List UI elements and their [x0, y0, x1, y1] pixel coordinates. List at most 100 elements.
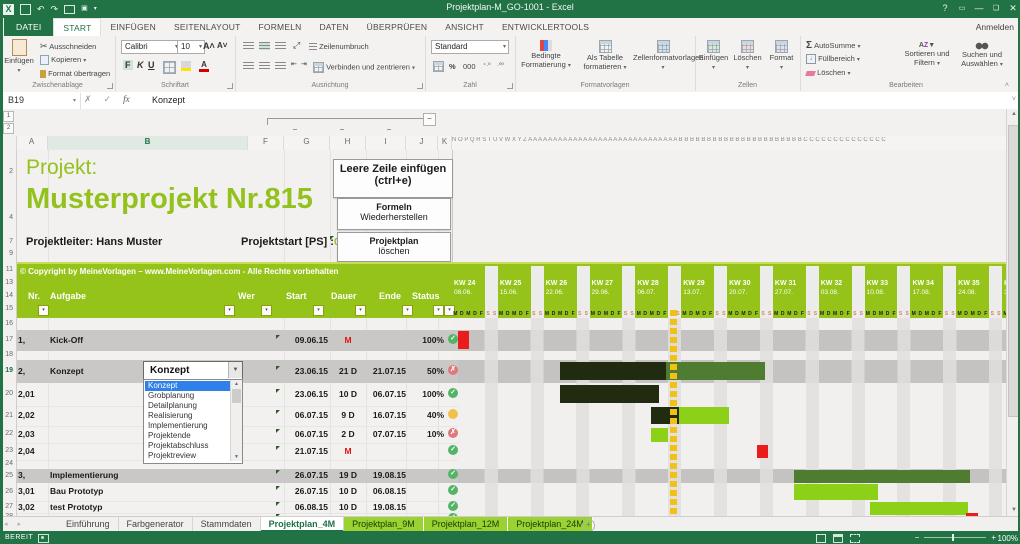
cell-start[interactable]: 26.07.15 — [276, 470, 328, 480]
dialog-launcher-icon[interactable] — [507, 83, 513, 89]
cell-start[interactable]: 21.07.15 — [276, 446, 328, 456]
sheet-tab-projektplan_24m[interactable]: Projektplan_24M — [508, 517, 593, 532]
macro-record-icon[interactable] — [38, 534, 49, 543]
row-header-4[interactable]: 4 — [9, 214, 13, 221]
narrow-column-letters[interactable]: N O P Q R S T U V W X Y Z A A A A A A A … — [452, 137, 1006, 150]
filter-dropdown-icon[interactable]: ▾ — [38, 305, 49, 316]
clear-button[interactable]: Löschen ▾ — [805, 68, 851, 77]
dropdown-item-projektreview[interactable]: Projektreview — [145, 451, 232, 461]
column-header-G[interactable]: G — [284, 136, 330, 150]
font-size-combo[interactable]: 10 ▾ — [177, 40, 205, 54]
align-middle-icon[interactable] — [259, 42, 270, 50]
conditional-formatting-button[interactable]: Bedingte Formatierung ▾ — [517, 40, 575, 69]
cell-dauer[interactable]: 10 D — [330, 389, 366, 399]
zoom-slider-thumb[interactable] — [952, 534, 955, 541]
bold-button[interactable]: F — [123, 60, 133, 70]
cancel-entry-icon[interactable]: ✗ — [84, 94, 92, 105]
row-header-7[interactable]: 7 — [9, 238, 13, 245]
cell-nr[interactable]: 3,03 — [18, 514, 46, 516]
cell-start[interactable]: 06.08.15 — [276, 502, 328, 512]
outline-level-1-button[interactable]: 1 — [3, 111, 14, 122]
cell-start[interactable]: 20.08.15 — [276, 514, 328, 516]
cell-nr[interactable]: 2,04 — [18, 446, 46, 456]
row-header-9[interactable]: 9 — [9, 250, 13, 257]
dropdown-scrollbar[interactable]: ▲ ▼ — [230, 380, 242, 461]
zoom-in-icon[interactable]: + — [991, 533, 996, 542]
dropdown-item-konzept[interactable]: Konzept — [145, 381, 232, 391]
format-painter-button[interactable]: Format übertragen — [40, 69, 110, 79]
row-header-28[interactable]: 28 — [5, 513, 13, 516]
row-header-20[interactable]: 20 — [5, 390, 13, 397]
row-header-13[interactable]: 13 — [5, 279, 13, 286]
cell-dauer[interactable]: 21 D — [330, 366, 366, 376]
formula-input[interactable]: Konzept — [152, 95, 185, 105]
delete-cells-button[interactable]: Löschen ▾ — [731, 40, 764, 71]
task-row-26[interactable]: 3,01 Bau Prototyp 26.07.15 10 D 06.08.15 ✓ — [16, 483, 458, 502]
paste-button[interactable]: Einfügen ▾ — [4, 39, 34, 74]
zoom-slider[interactable] — [924, 534, 987, 541]
column-header-H[interactable]: H — [330, 136, 366, 150]
cell-ende[interactable]: 06.07.15 — [366, 389, 406, 399]
ribbon-tab-daten[interactable]: DATEN — [310, 18, 357, 36]
align-left-icon[interactable] — [243, 62, 254, 70]
help-button[interactable]: ? — [940, 1, 950, 16]
cell-start[interactable]: 06.07.15 — [276, 410, 328, 420]
sheet-tab-projektplan_12m[interactable]: Projektplan_12M — [423, 517, 509, 532]
format-as-table-button[interactable]: Als Tabelle formatieren ▾ — [577, 40, 633, 71]
increase-indent-icon[interactable]: ⇥ — [301, 60, 307, 68]
cell-dauer[interactable]: M — [330, 335, 366, 345]
sheet-nav-arrows[interactable]: ◂ ▸ — [4, 520, 25, 528]
cell-nr[interactable]: 2, — [18, 366, 46, 376]
italic-button[interactable]: K — [137, 60, 144, 70]
fill-button[interactable]: ↓ Füllbereich ▾ — [806, 54, 860, 65]
cell-dauer[interactable]: 10 D — [330, 486, 366, 496]
dialog-launcher-icon[interactable] — [107, 83, 113, 89]
dropdown-item-grobplanung[interactable]: Grobplanung — [145, 391, 232, 401]
row-header-21[interactable]: 21 — [5, 412, 13, 419]
cell-start[interactable]: 26.07.15 — [276, 486, 328, 496]
filter-dropdown-icon[interactable]: ▾ — [261, 305, 272, 316]
collapse-group-button[interactable]: − — [423, 113, 436, 126]
increase-decimal-icon[interactable]: ⁺·⁰ — [483, 62, 491, 69]
page-break-view-icon[interactable] — [850, 534, 860, 543]
insert-cells-button[interactable]: Einfügen ▾ — [697, 40, 730, 71]
cell-pct[interactable]: 40% — [404, 410, 444, 420]
column-header-K[interactable]: K — [438, 136, 452, 150]
decrease-indent-icon[interactable]: ⇤ — [291, 60, 297, 68]
worksheet[interactable]: Projekt: Musterprojekt Nr.815 Projektlei… — [0, 150, 1006, 516]
row-header-27[interactable]: 27 — [5, 503, 13, 510]
name-box-dropdown-icon[interactable]: ▾ — [73, 97, 76, 104]
ribbon-display-button[interactable]: ▭ — [957, 1, 967, 16]
outline-level-2-button[interactable]: 2 — [3, 123, 14, 134]
name-box[interactable]: B19 ▾ — [2, 93, 81, 109]
ribbon-tab-formeln[interactable]: FORMELN — [250, 18, 311, 36]
align-bottom-icon[interactable] — [275, 42, 286, 50]
close-button[interactable]: ✕ — [1008, 1, 1018, 16]
minimize-button[interactable]: — — [974, 1, 984, 16]
currency-format-icon[interactable] — [433, 61, 444, 72]
column-header-A[interactable]: A — [16, 136, 48, 150]
scroll-up-icon[interactable]: ▲ — [231, 381, 242, 387]
font-family-combo[interactable]: Calibri▾ — [121, 40, 181, 54]
cell-start[interactable]: 23.06.15 — [276, 389, 328, 399]
cell-ende[interactable]: 19.08.15 — [366, 470, 406, 480]
row-header-25[interactable]: 25 — [5, 472, 13, 479]
row-header-16[interactable]: 16 — [5, 320, 13, 327]
sheet-tab-stammdaten[interactable]: Stammdaten — [193, 517, 261, 532]
cell-nr[interactable]: 2,02 — [18, 410, 46, 420]
copy-button[interactable]: Kopieren ▾ — [40, 55, 86, 66]
number-format-combo[interactable]: Standard ▾ — [431, 40, 509, 54]
ribbon-tab-ansicht[interactable]: ANSICHT — [436, 18, 493, 36]
action-button-projektplan[interactable]: Projektplan löschen — [337, 232, 451, 262]
filter-dropdown-icon[interactable]: ▾ — [313, 305, 324, 316]
cell-dauer[interactable]: M — [330, 514, 366, 516]
restore-button[interactable]: ❑ — [991, 1, 1001, 16]
decrease-decimal-icon[interactable]: ·⁰⁰ — [497, 62, 504, 69]
column-header-J[interactable]: J — [406, 136, 438, 150]
row-header-26[interactable]: 26 — [5, 488, 13, 495]
task-row-17[interactable]: 1, Kick-Off 09.06.15 M 100% ✓ — [16, 330, 458, 351]
cell-ende[interactable]: 21.07.15 — [366, 366, 406, 376]
dropdown-scroll-thumb[interactable] — [232, 389, 241, 403]
cell-nr[interactable]: 3, — [18, 470, 46, 480]
column-header-I[interactable]: I — [366, 136, 406, 150]
